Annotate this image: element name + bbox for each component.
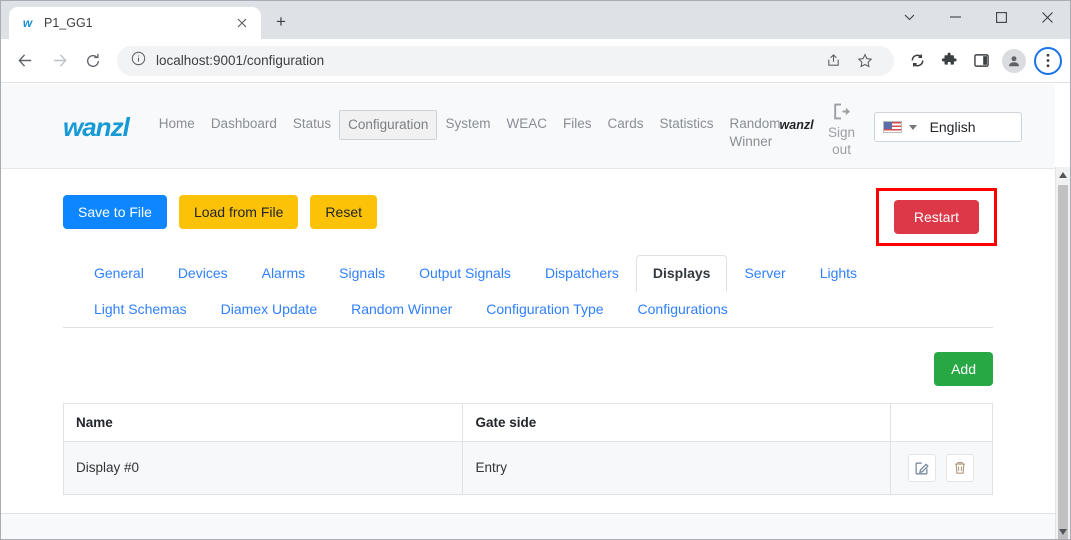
chevron-down-icon [908,124,917,130]
edit-pencil-icon[interactable] [908,453,937,482]
close-icon[interactable] [233,14,251,32]
tab-output-signals[interactable]: Output Signals [402,255,528,292]
scroll-up-arrow-icon[interactable] [1056,167,1070,182]
cell-gate-side: Entry [462,440,891,495]
main-nav: Home Dashboard Status Configuration Syst… [151,110,781,156]
tab-dispatchers[interactable]: Dispatchers [528,255,636,292]
sign-out-button[interactable]: Sign out [822,103,862,159]
nav-item-configuration[interactable]: Configuration [339,110,438,141]
cell-actions [889,440,994,495]
scroll-down-arrow-icon[interactable] [1056,524,1070,539]
bookmark-star-icon[interactable] [850,46,880,76]
sign-out-label: Sign out [828,125,856,157]
side-panel-icon[interactable] [966,46,996,76]
app-navbar: wanzl Home Dashboard Status Configuratio… [1,84,1055,169]
us-flag-icon [882,121,902,133]
back-arrow-icon[interactable] [9,45,41,77]
table-row[interactable]: Display #0 Entry [62,440,994,495]
tab-alarms[interactable]: Alarms [245,255,323,292]
page-viewport: wanzl Home Dashboard Status Configuratio… [1,84,1070,539]
nav-item-home[interactable]: Home [151,110,203,138]
new-tab-button[interactable]: + [267,8,295,36]
address-bar[interactable]: localhost:9001/configuration [117,45,894,76]
close-window-icon[interactable] [1024,1,1070,33]
tab-configurations[interactable]: Configurations [621,291,745,328]
tab-strip: w P1_GG1 + [1,1,295,39]
add-button[interactable]: Add [934,351,993,386]
add-row: Add [63,351,993,386]
window-controls [886,1,1070,33]
nav-item-random-winner[interactable]: Random Winner [722,110,781,156]
tab-configuration-type[interactable]: Configuration Type [469,291,620,328]
page-footer [1,513,1055,539]
table-header: Name Gate side [62,402,994,442]
nav-item-dashboard[interactable]: Dashboard [203,110,285,138]
share-icon[interactable] [818,46,848,76]
trash-icon[interactable] [946,453,975,482]
tab-title: P1_GG1 [44,16,93,30]
tab-light-schemas[interactable]: Light Schemas [77,291,204,328]
omnibox-actions [818,46,880,76]
minimize-icon[interactable] [932,1,978,33]
sign-out-icon [833,103,851,125]
tab-search-chevron-down-icon[interactable] [886,1,932,33]
extensions-puzzle-icon[interactable] [934,46,964,76]
tab-random-winner[interactable]: Random Winner [334,291,469,328]
config-tabs: General Devices Alarms Signals Output Si… [63,255,993,328]
restart-highlight-box: Restart [875,188,997,246]
browser-toolbar: localhost:9001/configuration [1,39,1070,83]
table-header-row: Name Gate side [62,402,994,442]
reset-button[interactable]: Reset [310,195,377,229]
browser-tab[interactable]: w P1_GG1 [9,7,261,39]
wanzl-logo[interactable]: wanzl [63,112,130,143]
nav-item-weac[interactable]: WEAC [498,110,555,138]
url-text: localhost:9001/configuration [156,53,325,68]
column-header-name: Name [62,402,464,442]
nav-item-files[interactable]: Files [555,110,600,138]
page-scrollbar[interactable] [1055,167,1070,539]
restart-button[interactable]: Restart [893,200,979,234]
table-body: Display #0 Entry [62,440,994,495]
row-actions [903,453,980,482]
nav-item-status[interactable]: Status [285,110,339,138]
sync-icon[interactable] [902,46,932,76]
column-header-gate-side: Gate side [462,402,891,442]
tab-signals[interactable]: Signals [322,255,402,292]
favicon-icon: w [22,16,32,30]
browser-titlebar: w P1_GG1 + [1,1,1070,39]
file-actions-toolbar: Save to File Load from File Reset [63,195,993,229]
page-content: Save to File Load from File Reset Restar… [1,169,1055,495]
tab-devices[interactable]: Devices [161,255,245,292]
current-user: wanzl [779,118,814,132]
tab-displays[interactable]: Displays [635,255,728,292]
tab-diamex-update[interactable]: Diamex Update [204,291,335,328]
forward-arrow-icon[interactable] [43,45,75,77]
tab-general[interactable]: General [77,255,161,292]
browser-window: w P1_GG1 + localhost:9001/configuration … [0,0,1071,540]
web-page: wanzl Home Dashboard Status Configuratio… [1,84,1055,539]
profile-avatar[interactable] [1002,48,1026,73]
cell-name: Display #0 [62,440,464,495]
load-from-file-button[interactable]: Load from File [178,195,299,229]
tab-server[interactable]: Server [727,255,802,292]
nav-item-system[interactable]: System [437,110,498,138]
nav-item-statistics[interactable]: Statistics [652,110,722,138]
language-label: English [929,119,976,135]
info-circle-icon[interactable] [131,51,146,71]
scrollbar-thumb[interactable] [1058,185,1068,539]
three-dot-menu-icon[interactable] [1034,46,1062,75]
language-selector[interactable]: English [873,112,1022,142]
column-header-actions [889,402,994,442]
nav-item-cards[interactable]: Cards [599,110,651,138]
reload-icon[interactable] [77,45,109,77]
tab-lights[interactable]: Lights [803,255,874,292]
save-to-file-button[interactable]: Save to File [63,195,167,229]
displays-table: Name Gate side Display #0 Entry [62,402,994,495]
maximize-icon[interactable] [978,1,1024,33]
